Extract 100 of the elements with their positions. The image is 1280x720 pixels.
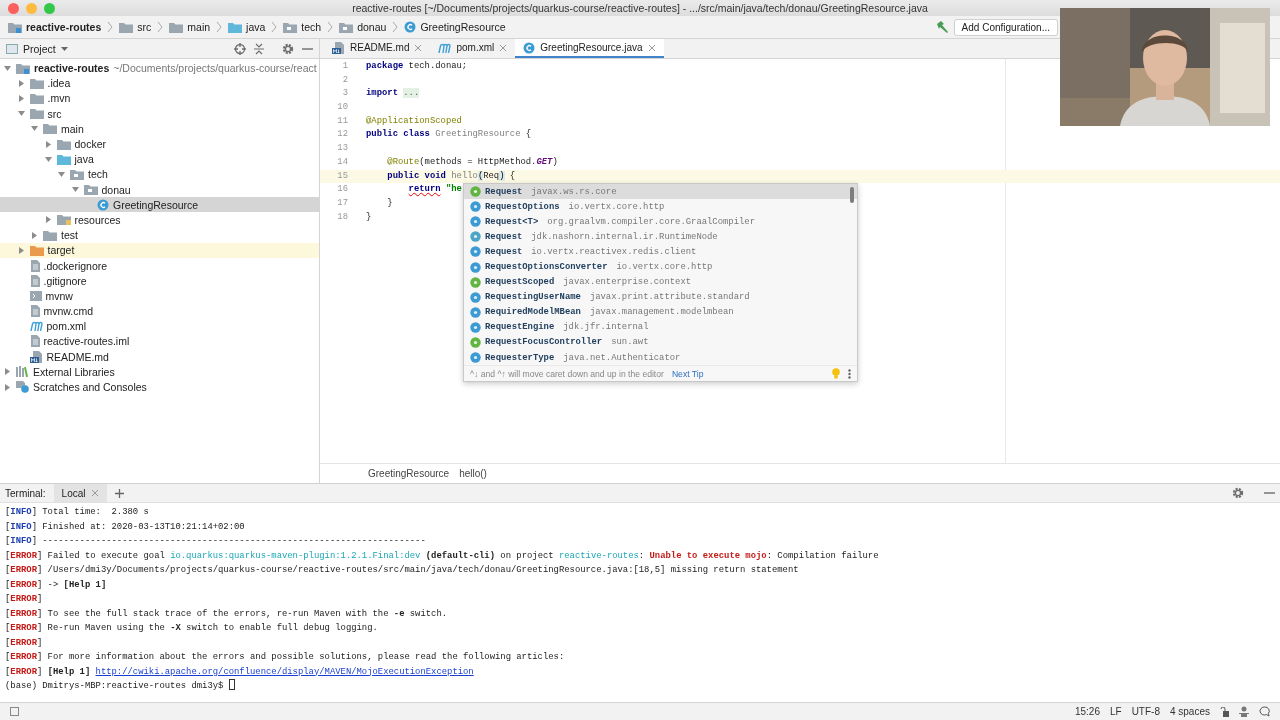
class-icon: [523, 41, 536, 54]
terminal-line: [ERROR] For more information about the errors and possible solutions, please read the following articles:: [5, 651, 566, 664]
annotation-icon: [470, 276, 481, 288]
folder-icon: [43, 123, 57, 135]
tree-item[interactable]: docker: [0, 136, 319, 152]
tree-item[interactable]: reactive-routes ~/Documents/projects/quarkus-course/react: [0, 60, 319, 76]
code-line: return "he: [407, 183, 462, 197]
hint-text: ^↓ and ^↑ will move caret down and up in the editor: [470, 368, 664, 379]
tree-item[interactable]: mvnw.cmd: [0, 303, 319, 319]
terminal-line: [ERROR] [Help 1] http://cwiki.apache.org/confluence/display/MAVEN/MojoExecutionException: [5, 665, 475, 679]
breadcrumb-item[interactable]: hello(): [459, 468, 487, 479]
close-button[interactable]: [8, 2, 19, 14]
locate-icon[interactable]: [234, 42, 246, 55]
markdown-file-icon: [332, 41, 345, 54]
tree-item[interactable]: target: [0, 242, 319, 258]
code-line: @ApplicationScoped: [366, 114, 462, 128]
completion-item[interactable]: RequestingUserName javax.print.attribute.standard: [464, 289, 857, 305]
folder-icon: [56, 153, 71, 165]
toolwindow-icon[interactable]: [10, 707, 19, 716]
completion-item[interactable]: RequesterType java.net.Authenticator: [464, 350, 857, 366]
line-number: 14: [336, 155, 349, 169]
breadcrumb-item[interactable]: reactive-routes: [6, 20, 104, 34]
completion-item[interactable]: Request io.vertx.reactivex.redis.client: [464, 244, 857, 260]
breadcrumb-item[interactable]: java: [226, 20, 268, 34]
class-icon: [470, 352, 481, 364]
tree-item[interactable]: reactive-routes.iml: [0, 333, 319, 350]
notifications-icon[interactable]: [1259, 706, 1270, 717]
breadcrumb-item[interactable]: src: [117, 20, 154, 34]
tree-item[interactable]: java: [0, 151, 319, 167]
project-view-selector[interactable]: Project: [6, 42, 68, 55]
completion-item[interactable]: Request jdk.nashorn.internal.ir.RuntimeNode: [464, 229, 857, 245]
next-tip-link[interactable]: Next Tip: [671, 368, 704, 379]
tree-item[interactable]: src: [0, 106, 319, 122]
hammer-icon[interactable]: [935, 21, 948, 33]
tree-item[interactable]: main: [0, 121, 319, 137]
tree-item[interactable]: .gitignore: [0, 273, 319, 289]
tree-item[interactable]: GreetingResource: [0, 197, 319, 213]
tree-item[interactable]: .dockerignore: [0, 257, 319, 274]
terminal-line: [ERROR] Failed to execute goal io.quarkus:quarkus-maven-plugin:1.2.1.Final:dev (default-cli) on project reactive-routes: Unable to execute mojo: Compilation failure: [5, 549, 880, 563]
terminal-line: [ERROR] -> [Help 1]: [5, 578, 108, 592]
completion-item[interactable]: RequestOptions io.vertx.core.http: [464, 199, 857, 215]
completion-item[interactable]: RequestEngine jdk.jfr.internal: [464, 319, 857, 335]
more-options-icon[interactable]: [848, 368, 851, 379]
enum-icon: [470, 231, 481, 243]
completion-item[interactable]: Request<T> org.graalvm.compiler.core.GraalCompiler: [464, 214, 857, 230]
tree-item[interactable]: .idea: [0, 75, 319, 91]
line-number: 16: [336, 183, 349, 197]
settings-icon[interactable]: [1232, 487, 1244, 499]
script-icon: [29, 290, 42, 301]
status-item[interactable]: LF: [1109, 706, 1122, 717]
class-icon: [470, 306, 481, 318]
tree-item[interactable]: donau: [0, 182, 319, 198]
dropdown-caret-icon[interactable]: [60, 46, 68, 51]
tree-item[interactable]: tech: [0, 166, 319, 182]
tree-item[interactable]: README.md: [0, 349, 319, 365]
close-icon[interactable]: [91, 489, 100, 497]
tree-item[interactable]: resources: [0, 212, 319, 228]
breadcrumb-item[interactable]: GreetingResource: [402, 20, 508, 34]
maven-file-icon: [438, 42, 452, 53]
folder-icon: [228, 21, 243, 33]
tree-item[interactable]: pom.xml: [0, 318, 319, 334]
completion-item[interactable]: RequestFocusController sun.awt: [464, 334, 857, 351]
tree-item[interactable]: External Libraries: [0, 364, 319, 380]
status-item[interactable]: UTF-8: [1131, 706, 1160, 717]
close-icon[interactable]: [647, 43, 656, 52]
lock-icon[interactable]: [1220, 706, 1229, 717]
settings-icon[interactable]: [282, 42, 294, 55]
status-item[interactable]: 15:26: [1074, 706, 1100, 717]
editor-tab[interactable]: GreetingResource.java: [515, 39, 664, 58]
completion-item[interactable]: RequestScoped javax.enterprise.context: [464, 274, 857, 290]
terminal-tab[interactable]: Local: [53, 484, 108, 502]
tree-item[interactable]: Scratches and Consoles: [0, 379, 319, 395]
inspector-icon[interactable]: [1239, 706, 1249, 717]
scrollbar[interactable]: [850, 187, 854, 203]
line-number: 17: [336, 196, 349, 210]
completion-item[interactable]: RequestOptionsConverter io.vertx.core.http: [464, 259, 857, 275]
code-line: @Route(methods = HttpMethod.GET): [386, 155, 558, 169]
add-icon[interactable]: [115, 488, 125, 498]
completion-item[interactable]: Request javax.ws.rs.core: [464, 184, 857, 200]
class-icon: [97, 198, 109, 211]
breadcrumb-item[interactable]: main: [167, 20, 213, 34]
breadcrumb-item[interactable]: donau: [337, 20, 389, 34]
link[interactable]: http://cwiki.apache.org/confluence/display/MAVEN/MojoExecutionException: [95, 666, 474, 677]
breadcrumb-item[interactable]: tech: [281, 20, 324, 34]
tree-item[interactable]: mvnw: [0, 288, 319, 304]
editor-tab[interactable]: README.md: [324, 39, 431, 58]
close-icon[interactable]: [499, 43, 508, 52]
tree-item[interactable]: .mvn: [0, 90, 319, 107]
close-icon[interactable]: [414, 43, 423, 52]
collapse-all-icon[interactable]: [254, 42, 264, 55]
status-item[interactable]: 4 spaces: [1169, 706, 1210, 717]
collapse-arrow-icon[interactable]: [4, 64, 11, 72]
editor-tab[interactable]: pom.xml: [430, 39, 516, 58]
completion-item[interactable]: RequiredModelMBean javax.management.modelmbean: [464, 304, 857, 320]
add-configuration-button[interactable]: Add Configuration...: [953, 18, 1058, 36]
expand-arrow-icon[interactable]: [44, 140, 52, 148]
zoom-button[interactable]: [44, 2, 55, 14]
project-path: ~/Documents/projects/quarkus-course/react: [113, 62, 317, 75]
tree-item[interactable]: test: [0, 227, 319, 243]
breadcrumb-item[interactable]: GreetingResource: [368, 468, 450, 479]
